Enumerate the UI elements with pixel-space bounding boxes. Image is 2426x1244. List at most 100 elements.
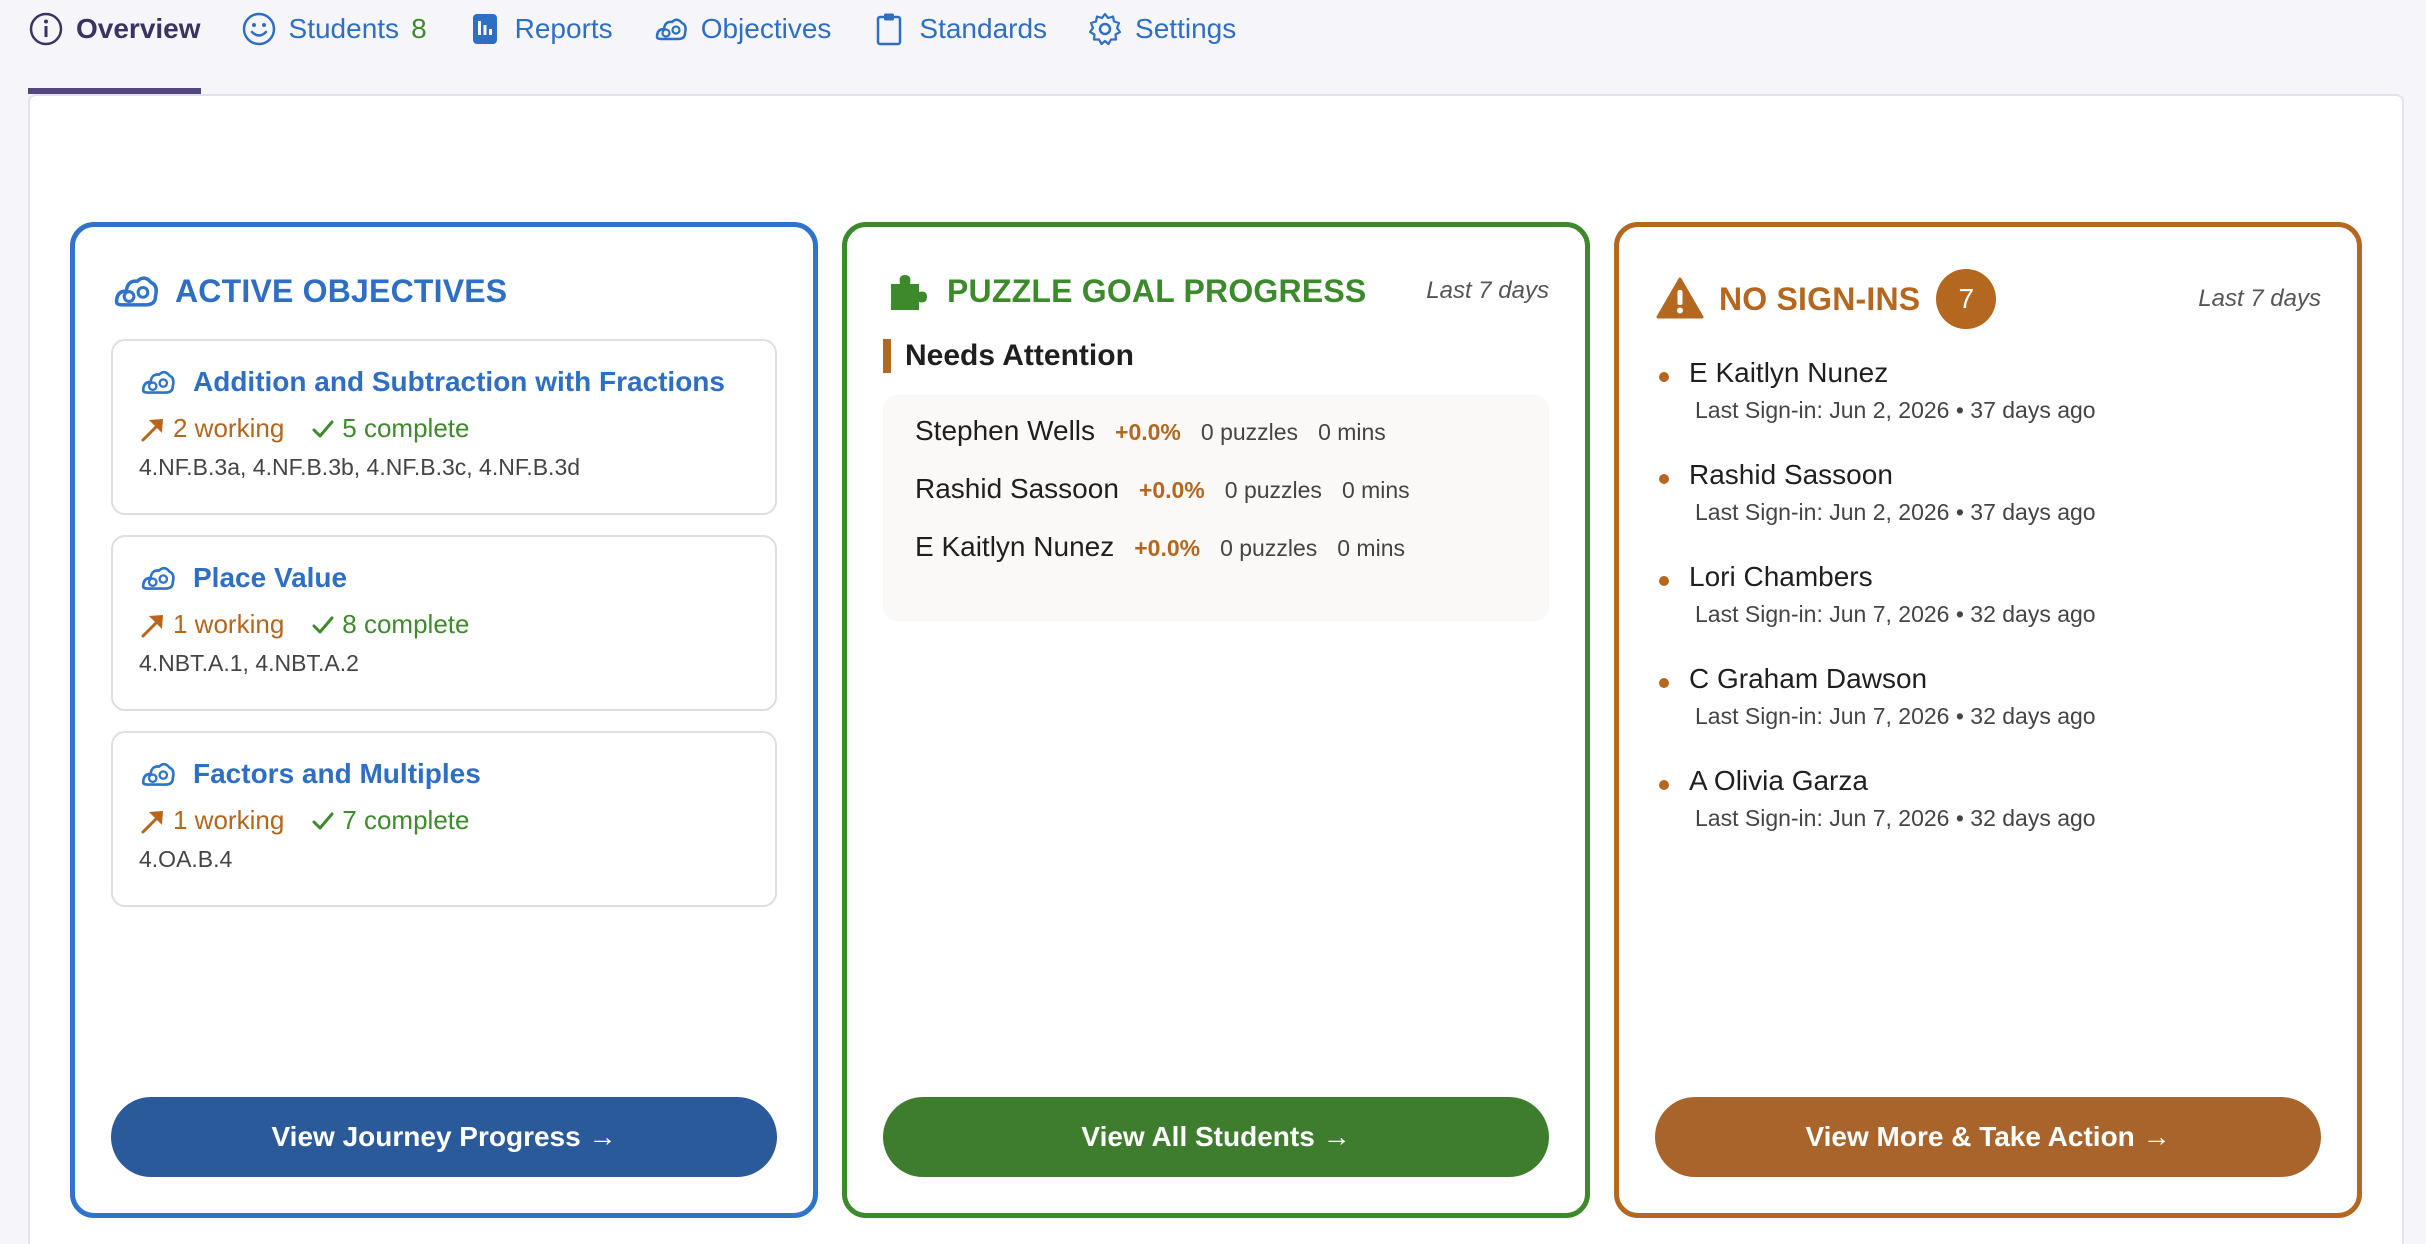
standard-codes: 4.NBT.A.1, 4.NBT.A.2 [139, 650, 359, 676]
student-name[interactable]: C Graham Dawson [1689, 663, 2321, 695]
tab-label: Overview [76, 13, 201, 44]
tab-label: Settings [1135, 13, 1237, 44]
objective-stats: 2 working 5 complete [139, 413, 749, 444]
puzzle-goal-progress-card: PUZZLE GOAL PROGRESS Last 7 days Needs A… [842, 222, 1590, 1218]
date-range: Last 7 days [1426, 277, 1549, 304]
objective-title-row: Factors and Multiples [139, 755, 749, 793]
complete-label: 7 complete [342, 805, 470, 835]
list-item[interactable]: Lori Chambers Last Sign-in: Jun 7, 2026 … [1655, 561, 2321, 663]
student-name[interactable]: E Kaitlyn Nunez [1689, 357, 2321, 389]
card-header: NO SIGN-INS 7 Last 7 days [1655, 267, 2321, 331]
standard-codes: 4.OA.B.4 [139, 846, 233, 872]
puzzle-count: 0 puzzles [1220, 535, 1318, 561]
gear-icon [1087, 11, 1123, 47]
student-name[interactable]: A Olivia Garza [1689, 765, 2321, 797]
working-count: 2 working [139, 413, 284, 444]
report-icon [467, 11, 503, 47]
student-name[interactable]: Rashid Sassoon [1689, 459, 2321, 491]
count-badge: 7 [1936, 269, 1997, 329]
student-row[interactable]: Stephen Wells +0.0% 0 puzzles 0 mins [915, 415, 1517, 473]
progress-change: +0.0% [1115, 419, 1181, 445]
teacher-dashboard: Overview Students 8 Reports Objectives S… [0, 0, 2426, 1244]
tab-overview[interactable]: Overview [28, 0, 201, 94]
tab-label: Students [288, 13, 400, 44]
bullet [1659, 780, 1669, 790]
list-item[interactable]: C Graham Dawson Last Sign-in: Jun 7, 202… [1655, 663, 2321, 765]
last-signin: Last Sign-in: Jun 2, 2026 • 37 days ago [1695, 499, 2096, 525]
card-header: ACTIVE OBJECTIVES [111, 263, 777, 319]
student-name[interactable]: Stephen Wells [915, 415, 1095, 447]
objective-title-row: Addition and Subtraction with Fractions [139, 363, 749, 401]
student-row[interactable]: Rashid Sassoon +0.0% 0 puzzles 0 mins [915, 473, 1517, 531]
student-name[interactable]: Rashid Sassoon [915, 473, 1119, 505]
bullet [1659, 678, 1669, 688]
view-all-students-button[interactable]: View All Students → [883, 1097, 1549, 1177]
section-label: Needs Attention [905, 339, 1134, 372]
minutes: 0 mins [1318, 419, 1386, 445]
section-marker [883, 339, 891, 373]
last-signin: Last Sign-in: Jun 7, 2026 • 32 days ago [1695, 601, 2096, 627]
progress-change: +0.0% [1138, 477, 1205, 503]
puzzle-piece-icon [883, 266, 933, 316]
objective-stats: 1 working 8 complete [139, 609, 749, 640]
puzzle-count: 0 puzzles [1224, 477, 1322, 503]
working-count: 1 working [139, 805, 284, 836]
list-item[interactable]: A Olivia Garza Last Sign-in: Jun 7, 2026… [1655, 765, 2321, 867]
clipboard-icon [871, 11, 907, 47]
working-label: 2 working [173, 413, 285, 443]
tab-standards[interactable]: Standards [871, 0, 1047, 58]
objective-title[interactable]: Factors and Multiples [193, 758, 481, 790]
objectives-icon [653, 11, 689, 47]
tab-settings[interactable]: Settings [1087, 0, 1236, 58]
view-journey-progress-button[interactable]: View Journey Progress → [111, 1097, 777, 1177]
objective-list: Addition and Subtraction with Fractions … [111, 339, 777, 927]
puzzle-count: 0 puzzles [1200, 419, 1299, 445]
tab-objectives[interactable]: Objectives [653, 0, 832, 58]
objective-title[interactable]: Place Value [193, 562, 347, 594]
working-label: 1 working [173, 609, 285, 639]
working-count: 1 working [139, 609, 284, 640]
tab-students[interactable]: Students 8 [241, 0, 427, 58]
card-title: ACTIVE OBJECTIVES [175, 272, 508, 309]
last-signin: Last Sign-in: Jun 7, 2026 • 32 days ago [1695, 703, 2096, 729]
complete-count: 8 complete [310, 609, 469, 640]
view-more-take-action-button[interactable]: View More & Take Action → [1655, 1097, 2321, 1177]
student-name[interactable]: E Kaitlyn Nunez [915, 531, 1114, 563]
card-title: PUZZLE GOAL PROGRESS [947, 272, 1367, 309]
complete-label: 8 complete [342, 609, 470, 639]
students-count: 8 [411, 13, 427, 44]
student-row[interactable]: E Kaitlyn Nunez +0.0% 0 puzzles 0 mins [915, 531, 1517, 589]
date-range: Last 7 days [2198, 285, 2321, 312]
student-name[interactable]: Lori Chambers [1689, 561, 2321, 593]
card-header: PUZZLE GOAL PROGRESS Last 7 days [883, 263, 1549, 319]
list-item[interactable]: E Kaitlyn Nunez Last Sign-in: Jun 2, 202… [1655, 357, 2321, 459]
progress-change: +0.0% [1134, 535, 1201, 561]
warning-icon [1655, 274, 1705, 324]
no-signins-card: NO SIGN-INS 7 Last 7 days E Kaitlyn Nune… [1614, 222, 2362, 1218]
objectives-icon [139, 363, 177, 401]
objective-item[interactable]: Factors and Multiples 1 working 7 comple… [111, 731, 777, 907]
no-signin-student-list: E Kaitlyn Nunez Last Sign-in: Jun 2, 202… [1655, 357, 2321, 867]
last-signin: Last Sign-in: Jun 2, 2026 • 37 days ago [1695, 397, 2096, 423]
bullet [1659, 372, 1669, 382]
standard-codes: 4.NF.B.3a, 4.NF.B.3b, 4.NF.B.3c, 4.NF.B.… [139, 454, 581, 480]
list-item[interactable]: Rashid Sassoon Last Sign-in: Jun 2, 2026… [1655, 459, 2321, 561]
minutes: 0 mins [1337, 535, 1405, 561]
objective-item[interactable]: Place Value 1 working 8 complete 4.NBT.A… [111, 535, 777, 711]
objective-item[interactable]: Addition and Subtraction with Fractions … [111, 339, 777, 515]
tab-label: Reports [514, 13, 613, 44]
objectives-icon [139, 755, 177, 793]
objectives-icon [111, 266, 161, 316]
tab-reports[interactable]: Reports [467, 0, 613, 58]
tab-bar: Overview Students 8 Reports Objectives S… [28, 0, 1276, 96]
tab-label: Objectives [700, 13, 832, 44]
complete-count: 7 complete [310, 805, 469, 836]
arrow-up-right-icon [141, 810, 163, 833]
tab-label: Standards [919, 13, 1048, 44]
check-icon [312, 812, 334, 829]
last-signin: Last Sign-in: Jun 7, 2026 • 32 days ago [1695, 805, 2096, 831]
objective-title[interactable]: Addition and Subtraction with Fractions [193, 366, 725, 398]
check-icon [312, 616, 334, 633]
active-objectives-card: ACTIVE OBJECTIVES Addition and Subtracti… [70, 222, 818, 1218]
bullet [1659, 576, 1669, 586]
